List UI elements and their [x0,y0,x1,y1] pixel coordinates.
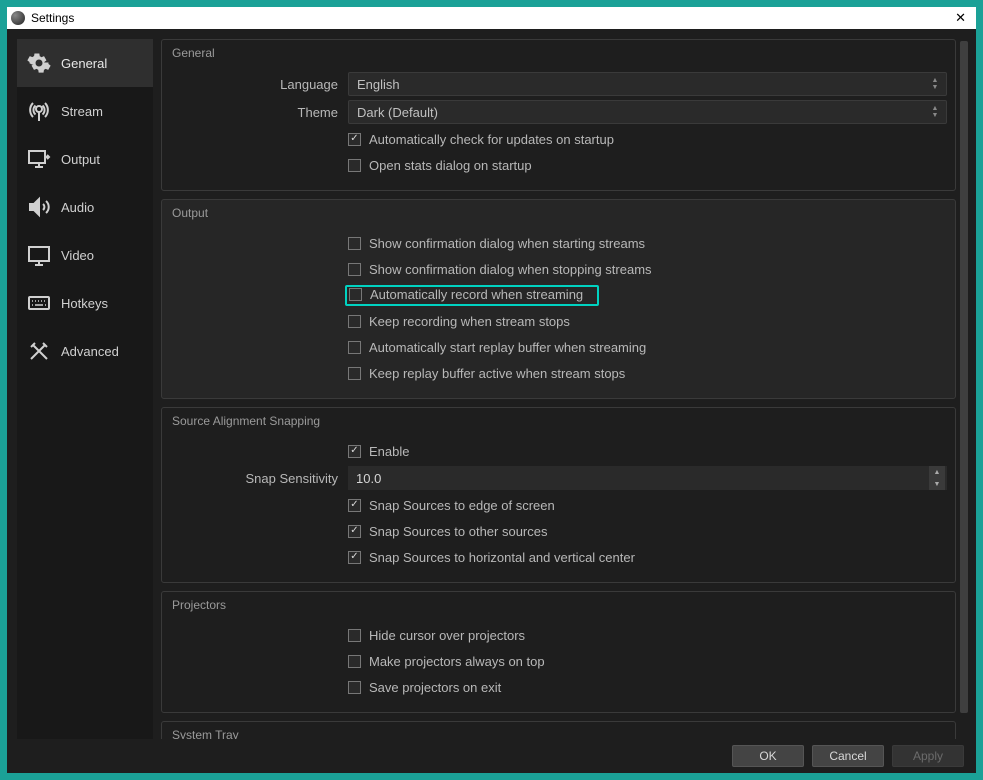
auto-record-checkbox[interactable]: Automatically record when streaming [349,287,583,302]
theme-label: Theme [170,105,348,120]
check-label: Enable [369,444,409,459]
sidebar-item-advanced[interactable]: Advanced [17,327,153,375]
sidebar: General Stream Output Audio Video [17,39,153,739]
titlebar: Settings ✕ [7,7,976,29]
cancel-button[interactable]: Cancel [812,745,884,767]
group-title: General [170,44,947,68]
check-label: Hide cursor over projectors [369,628,525,643]
sidebar-item-label: Audio [61,200,94,215]
snap-edge-checkbox[interactable]: Snap Sources to edge of screen [348,498,555,513]
sidebar-item-label: General [61,56,107,71]
check-label: Make projectors always on top [369,654,545,669]
footer: OK Cancel Apply [7,739,976,773]
group-output: Output Show confirmation dialog when sta… [161,199,956,399]
snap-sensitivity-input[interactable]: 10.0 ▲▼ [348,466,947,490]
check-label: Automatically record when streaming [370,287,583,302]
sidebar-item-stream[interactable]: Stream [17,87,153,135]
group-title: Output [170,204,947,228]
sidebar-item-audio[interactable]: Audio [17,183,153,231]
output-icon [27,147,51,171]
keep-replay-checkbox[interactable]: Keep replay buffer active when stream st… [348,366,625,381]
snap-center-checkbox[interactable]: Snap Sources to horizontal and vertical … [348,550,635,565]
sidebar-item-label: Output [61,152,100,167]
auto-replay-checkbox[interactable]: Automatically start replay buffer when s… [348,340,646,355]
check-label: Automatically check for updates on start… [369,132,614,147]
content: General Language English ▲▼ Theme [161,39,958,739]
check-label: Show confirmation dialog when stopping s… [369,262,652,277]
check-label: Show confirmation dialog when starting s… [369,236,645,251]
hotkeys-icon [27,291,51,315]
main-area: General Stream Output Audio Video [7,29,976,739]
close-icon[interactable]: ✕ [949,10,972,26]
open-stats-checkbox[interactable]: Open stats dialog on startup [348,158,532,173]
language-label: Language [170,77,348,92]
check-label: Keep recording when stream stops [369,314,570,329]
apply-button[interactable]: Apply [892,745,964,767]
group-projectors: Projectors Hide cursor over projectors M… [161,591,956,713]
check-label: Keep replay buffer active when stream st… [369,366,625,381]
window-body: General Stream Output Audio Video [7,29,976,773]
sidebar-item-general[interactable]: General [17,39,153,87]
sidebar-item-label: Advanced [61,344,119,359]
save-exit-checkbox[interactable]: Save projectors on exit [348,680,501,695]
stream-icon [27,99,51,123]
keep-recording-checkbox[interactable]: Keep recording when stream stops [348,314,570,329]
group-title: Projectors [170,596,947,620]
sidebar-item-label: Stream [61,104,103,119]
check-label: Automatically start replay buffer when s… [369,340,646,355]
content-wrap: General Language English ▲▼ Theme [161,39,970,739]
window-title: Settings [31,11,949,25]
settings-window: Settings ✕ General Stream Output [7,7,976,773]
gear-icon [27,51,51,75]
group-title: System Tray [170,726,947,739]
scrollbar-thumb[interactable] [960,41,968,713]
check-updates-checkbox[interactable]: Automatically check for updates on start… [348,132,614,147]
group-general: General Language English ▲▼ Theme [161,39,956,191]
ok-button[interactable]: OK [732,745,804,767]
check-label: Save projectors on exit [369,680,501,695]
highlight-box: Automatically record when streaming [345,285,599,306]
confirm-stop-checkbox[interactable]: Show confirmation dialog when stopping s… [348,262,652,277]
hide-cursor-checkbox[interactable]: Hide cursor over projectors [348,628,525,643]
group-tray: System Tray Enable Minimize to system tr… [161,721,956,739]
snap-sensitivity-label: Snap Sensitivity [170,471,348,486]
sidebar-item-video[interactable]: Video [17,231,153,279]
confirm-start-checkbox[interactable]: Show confirmation dialog when starting s… [348,236,645,251]
sidebar-item-output[interactable]: Output [17,135,153,183]
updown-icon: ▲▼ [928,73,942,95]
scrollbar[interactable] [958,39,970,739]
video-icon [27,243,51,267]
theme-combo[interactable]: Dark (Default) ▲▼ [348,100,947,124]
sidebar-item-label: Video [61,248,94,263]
sidebar-item-label: Hotkeys [61,296,108,311]
check-label: Open stats dialog on startup [369,158,532,173]
snap-enable-checkbox[interactable]: Enable [348,444,409,459]
updown-icon: ▲▼ [928,101,942,123]
always-top-checkbox[interactable]: Make projectors always on top [348,654,545,669]
group-snapping: Source Alignment Snapping Enable Snap Se… [161,407,956,583]
language-value: English [357,77,400,92]
check-label: Snap Sources to horizontal and vertical … [369,550,635,565]
group-title: Source Alignment Snapping [170,412,947,436]
sidebar-item-hotkeys[interactable]: Hotkeys [17,279,153,327]
language-combo[interactable]: English ▲▼ [348,72,947,96]
check-label: Snap Sources to other sources [369,524,548,539]
check-label: Snap Sources to edge of screen [369,498,555,513]
audio-icon [27,195,51,219]
snap-other-checkbox[interactable]: Snap Sources to other sources [348,524,548,539]
snap-sensitivity-value: 10.0 [356,471,381,486]
theme-value: Dark (Default) [357,105,438,120]
app-icon [11,11,25,25]
spin-arrows[interactable]: ▲▼ [929,466,945,490]
advanced-icon [27,339,51,363]
